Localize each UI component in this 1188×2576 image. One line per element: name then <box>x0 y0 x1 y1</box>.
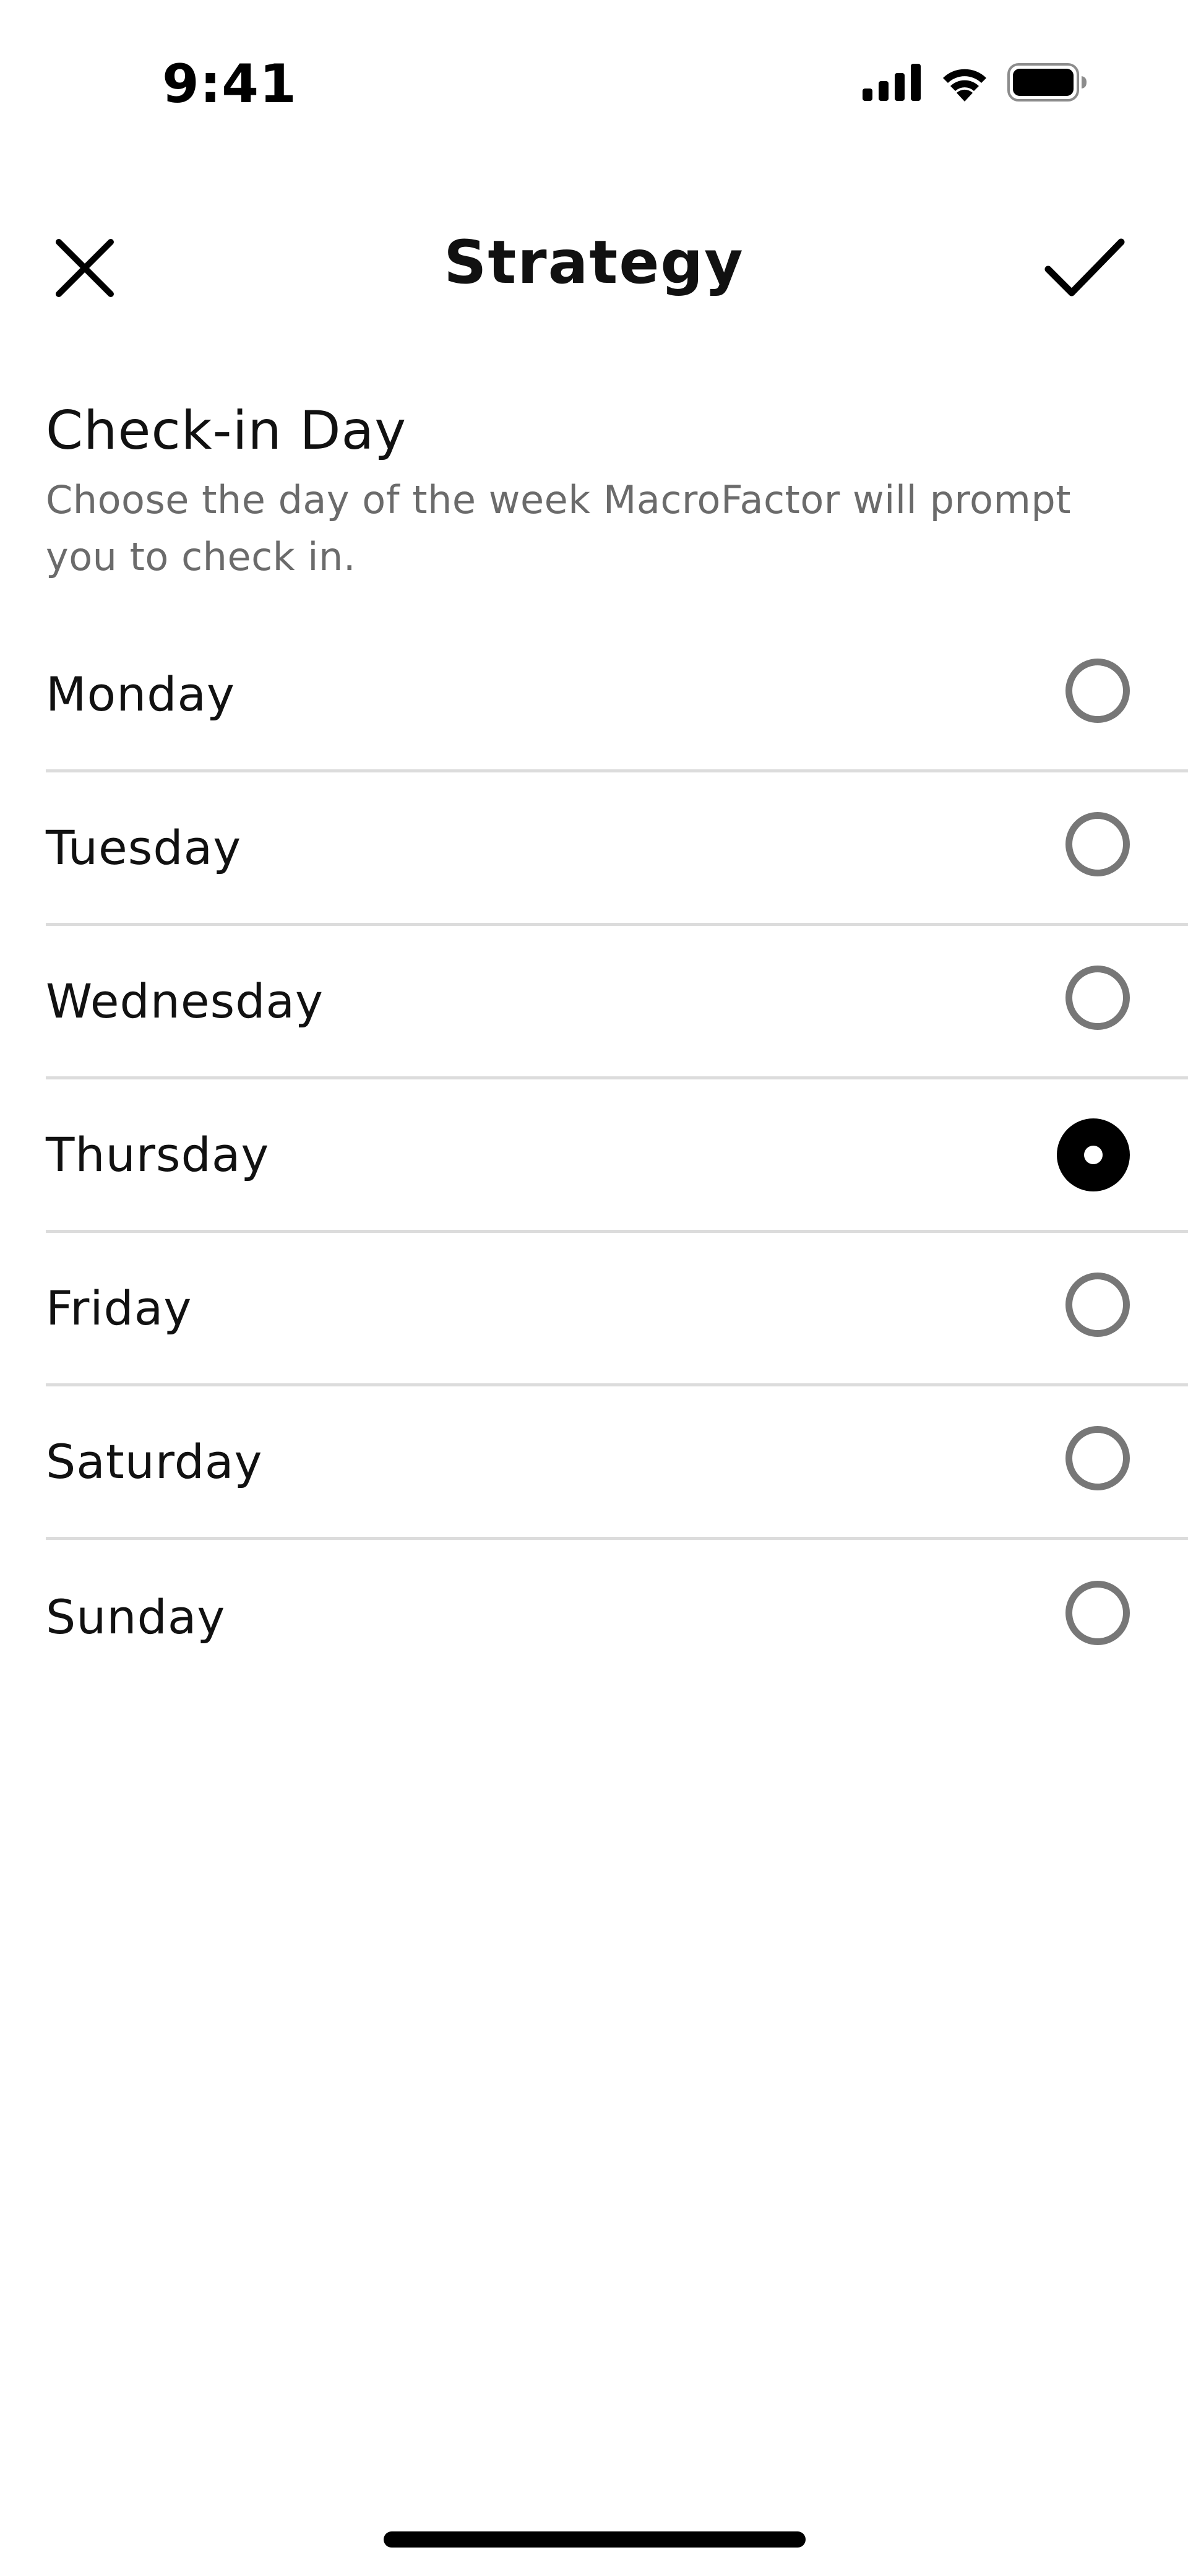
day-option-tuesday[interactable]: Tuesday <box>46 772 1188 926</box>
confirm-button[interactable] <box>1038 229 1131 309</box>
radio-unselected-icon[interactable] <box>1065 965 1130 1030</box>
day-option-friday[interactable]: Friday <box>46 1233 1188 1386</box>
day-options-list: Monday Tuesday Wednesday Thursday Friday… <box>46 619 1188 1693</box>
day-label: Tuesday <box>46 820 242 875</box>
day-label: Sunday <box>46 1589 226 1645</box>
day-label: Friday <box>46 1281 192 1336</box>
day-option-sunday[interactable]: Sunday <box>46 1540 1188 1693</box>
radio-selected-icon[interactable] <box>1057 1118 1130 1191</box>
day-label: Monday <box>46 667 236 722</box>
day-label: Thursday <box>46 1127 270 1182</box>
nav-bar: Strategy <box>0 204 1188 322</box>
page-title: Strategy <box>444 228 744 297</box>
day-option-thursday[interactable]: Thursday <box>46 1079 1188 1233</box>
radio-dot <box>1084 1145 1103 1164</box>
wifi-icon <box>938 63 991 104</box>
battery-icon <box>1007 63 1088 104</box>
day-option-saturday[interactable]: Saturday <box>46 1386 1188 1540</box>
day-option-wednesday[interactable]: Wednesday <box>46 926 1188 1079</box>
section-description: Choose the day of the week MacroFactor w… <box>46 477 1072 579</box>
day-option-monday[interactable]: Monday <box>46 619 1188 772</box>
day-label: Saturday <box>46 1434 263 1489</box>
day-label: Wednesday <box>46 974 324 1029</box>
signal-icon <box>863 64 922 103</box>
section-title: Check-in Day <box>46 400 407 462</box>
radio-unselected-icon[interactable] <box>1065 1272 1130 1337</box>
radio-unselected-icon[interactable] <box>1065 1425 1130 1490</box>
status-icons <box>863 63 1088 104</box>
home-indicator[interactable] <box>384 2531 806 2548</box>
radio-unselected-icon[interactable] <box>1065 811 1130 876</box>
radio-unselected-icon[interactable] <box>1065 1581 1130 1645</box>
status-bar: 9:41 <box>0 0 1188 173</box>
check-in-day-section: Check-in Day Choose the day of the week … <box>46 394 1147 586</box>
radio-unselected-icon[interactable] <box>1065 658 1130 723</box>
status-time: 9:41 <box>162 53 297 115</box>
checkmark-icon <box>1044 237 1125 301</box>
